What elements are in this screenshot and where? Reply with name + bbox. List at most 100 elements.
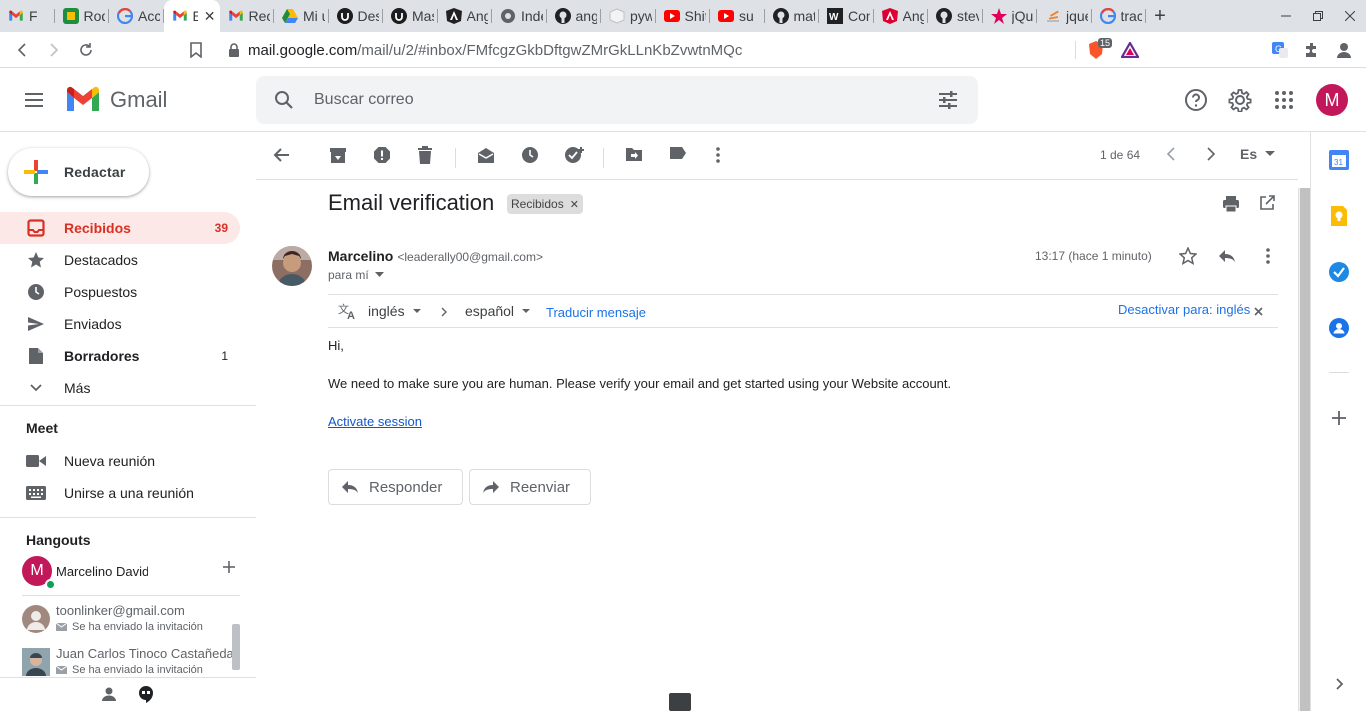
more-options-icon[interactable]	[714, 146, 722, 164]
address-bar[interactable]: mail.google.com/mail/u/2/#inbox/FMfcgzGk…	[220, 35, 1147, 65]
restore-button[interactable]	[1302, 0, 1334, 32]
new-meeting-item[interactable]: Nueva reunión	[0, 445, 256, 477]
browser-tab[interactable]: jQu	[983, 0, 1037, 32]
browser-tab[interactable]: Shit	[656, 0, 710, 32]
newer-chevron-icon[interactable]	[1166, 146, 1176, 162]
add-addon-icon[interactable]	[1329, 408, 1349, 428]
more-message-options-icon[interactable]	[1264, 247, 1272, 265]
browser-tab[interactable]: Roq	[55, 0, 109, 32]
compose-button[interactable]: Redactar	[8, 148, 149, 196]
reply-button[interactable]: Responder	[328, 469, 464, 505]
help-icon[interactable]	[1184, 88, 1208, 112]
delete-icon[interactable]	[417, 146, 433, 164]
browser-tab[interactable]: pyw	[601, 0, 656, 32]
move-to-icon[interactable]	[625, 146, 643, 162]
new-tab-button[interactable]: +	[1146, 0, 1174, 32]
star-message-icon[interactable]	[1179, 247, 1197, 265]
back-to-inbox-icon[interactable]	[273, 146, 291, 164]
bookmark-icon[interactable]	[180, 34, 212, 66]
browser-tab[interactable]: jque	[1037, 0, 1092, 32]
inbox-label-chip[interactable]: Recibidos ✕	[507, 194, 583, 214]
search-input[interactable]	[314, 91, 894, 109]
close-translate-bar-icon[interactable]	[1254, 307, 1263, 316]
open-new-window-icon[interactable]	[1259, 195, 1275, 211]
translate-message-link[interactable]: Traducir mensaje	[546, 305, 646, 320]
sidebar-item-sent[interactable]: Enviados	[0, 308, 240, 340]
archive-icon[interactable]	[329, 146, 347, 164]
add-contact-icon[interactable]	[222, 560, 236, 574]
message-scrollbar-thumb[interactable]	[1300, 188, 1310, 711]
browser-tab[interactable]: su	[710, 0, 765, 32]
hangouts-user[interactable]: M Marcelino David	[22, 556, 242, 590]
older-chevron-icon[interactable]	[1206, 146, 1216, 162]
mark-unread-icon[interactable]	[477, 146, 495, 164]
search-icon[interactable]	[272, 88, 296, 112]
join-meeting-item[interactable]: Unirse a una reunión	[0, 477, 256, 509]
back-icon[interactable]	[6, 34, 38, 66]
browser-tab[interactable]: Acc	[109, 0, 164, 32]
show-side-panel-icon[interactable]	[1329, 674, 1349, 694]
contacts-person-icon[interactable]	[102, 687, 116, 701]
apps-grid-icon[interactable]	[1272, 88, 1296, 112]
sidebar-item-drafts[interactable]: Borradores 1	[0, 340, 240, 372]
keep-icon[interactable]	[1329, 206, 1349, 226]
browser-tab[interactable]: Ang	[874, 0, 928, 32]
settings-gear-icon[interactable]	[1228, 88, 1252, 112]
browser-tab[interactable]: F	[0, 0, 55, 32]
browser-tab[interactable]: Inde	[492, 0, 547, 32]
browser-profile-icon[interactable]	[1330, 36, 1358, 64]
contact-item[interactable]: toonlinker@gmail.com Se ha enviado la in…	[22, 603, 234, 643]
brave-shield-icon[interactable]: 15	[1082, 36, 1113, 64]
browser-tab[interactable]: mat	[765, 0, 819, 32]
input-language-selector[interactable]: Es	[1240, 146, 1276, 162]
browser-tab[interactable]: trac	[1092, 0, 1146, 32]
report-spam-icon[interactable]	[373, 146, 391, 164]
remove-label-icon[interactable]: ✕	[570, 198, 579, 211]
main-menu-icon[interactable]	[22, 88, 48, 112]
browser-tab[interactable]: W Con	[819, 0, 874, 32]
browser-tab[interactable]: E ✕	[163, 0, 220, 32]
calendar-icon[interactable]: 31	[1329, 150, 1349, 170]
search-bar[interactable]	[256, 76, 978, 124]
activate-session-link[interactable]: Activate session	[328, 414, 422, 429]
browser-tab[interactable]: ang	[547, 0, 601, 32]
hangouts-chat-icon[interactable]	[137, 685, 155, 703]
forward-icon[interactable]	[38, 34, 70, 66]
reload-icon[interactable]	[70, 34, 102, 66]
reply-icon[interactable]	[1218, 249, 1236, 263]
close-window-button[interactable]	[1334, 0, 1366, 32]
sidebar-item-starred[interactable]: Destacados	[0, 244, 240, 276]
github-favicon-icon	[936, 8, 952, 24]
browser-tab[interactable]: Rec	[220, 0, 274, 32]
translate-extension-icon[interactable]: G	[1266, 36, 1294, 64]
brave-rewards-icon[interactable]	[1116, 36, 1144, 64]
sender-avatar[interactable]	[272, 246, 312, 286]
print-icon[interactable]	[1222, 195, 1240, 213]
browser-tab[interactable]: Mi u	[274, 0, 329, 32]
target-language-dropdown[interactable]: español	[465, 303, 531, 319]
message-scrollbar[interactable]	[1298, 188, 1310, 711]
sidebar-item-more[interactable]: Más	[0, 372, 240, 404]
sidebar-scrollbar[interactable]	[232, 624, 240, 670]
add-to-tasks-icon[interactable]	[565, 146, 585, 164]
extensions-icon[interactable]	[1298, 36, 1326, 64]
account-avatar[interactable]: M	[1316, 84, 1348, 116]
forward-button[interactable]: Reenviar	[469, 469, 592, 505]
search-options-icon[interactable]	[936, 88, 960, 112]
tasks-icon[interactable]	[1329, 262, 1349, 282]
gmail-logo[interactable]: Gmail	[64, 86, 167, 114]
browser-tab[interactable]: Mas	[383, 0, 438, 32]
sidebar-item-inbox[interactable]: Recibidos 39	[0, 212, 240, 244]
minimize-button[interactable]	[1270, 0, 1302, 32]
sidebar-item-snoozed[interactable]: Pospuestos	[0, 276, 240, 308]
browser-tab[interactable]: Des	[329, 0, 383, 32]
label-icon[interactable]	[669, 146, 687, 160]
source-language-dropdown[interactable]: inglés	[368, 303, 421, 319]
snooze-icon[interactable]	[521, 146, 539, 164]
browser-tab[interactable]: stev	[928, 0, 983, 32]
close-tab-icon[interactable]: ✕	[204, 8, 216, 25]
recipient-details[interactable]: para mí	[328, 268, 385, 282]
contacts-icon[interactable]	[1329, 318, 1349, 338]
browser-tab[interactable]: Ang	[438, 0, 492, 32]
disable-translation-link[interactable]: Desactivar para: inglés	[1118, 302, 1250, 317]
